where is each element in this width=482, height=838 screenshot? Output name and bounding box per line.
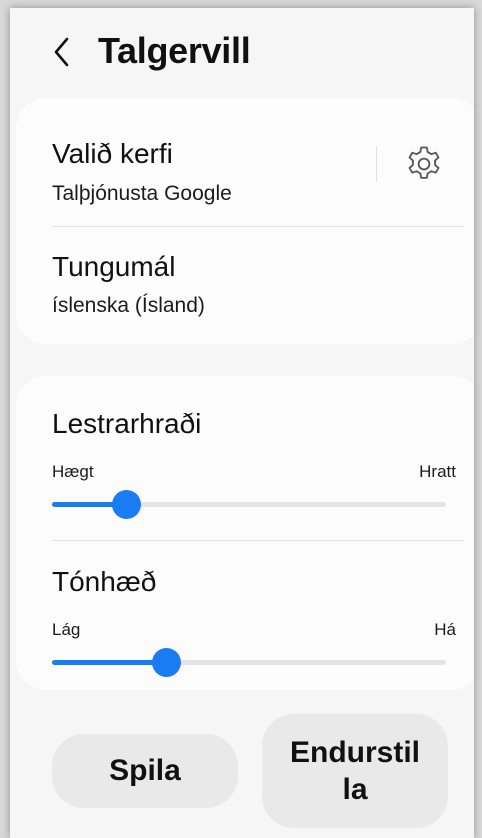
speech-rate-title: Lestrarhraði: [52, 408, 202, 439]
gear-icon: [408, 146, 440, 179]
pitch-slider-fill: [52, 660, 167, 665]
reset-button[interactable]: Endurstilla: [262, 714, 448, 828]
rate-pitch-card: Lestrarhraði Hægt Hratt Tónhæð Lág Há: [16, 376, 474, 690]
play-button[interactable]: Spila: [52, 734, 238, 808]
pitch-max-label: Há: [434, 620, 456, 639]
play-button-label: Spila: [109, 754, 181, 788]
speech-rate-max-label: Hratt: [419, 462, 456, 481]
page-title: Talgervill: [98, 30, 251, 71]
pitch-title: Tónhæð: [52, 566, 157, 597]
preferred-engine-value: Talþjónusta Google: [52, 182, 232, 205]
pitch-slider-thumb[interactable]: [151, 648, 181, 677]
vertical-separator: [376, 146, 377, 182]
reset-button-label: Endurstilla: [290, 735, 421, 807]
engine-language-card: Valið kerfi Talþjónusta Google Tungumál …: [16, 98, 474, 344]
pitch-min-label: Lág: [52, 620, 81, 639]
app-header: Talgervill: [10, 8, 474, 96]
tts-settings-screen: Talgervill Valið kerfi Talþjónusta Googl…: [10, 8, 474, 838]
language-title: Tungumál: [52, 251, 176, 282]
chevron-left-icon: [54, 37, 69, 67]
pitch-slider[interactable]: [52, 648, 446, 677]
language-row[interactable]: Tungumál íslenska (Ísland): [16, 227, 474, 344]
back-button[interactable]: [44, 32, 80, 72]
speech-rate-slider-thumb[interactable]: [112, 490, 142, 519]
engine-settings-button[interactable]: [402, 142, 446, 186]
language-value: íslenska (Ísland): [52, 294, 205, 317]
speech-rate-slider[interactable]: [52, 490, 446, 519]
row-divider: [52, 540, 464, 541]
preferred-engine-title: Valið kerfi: [52, 138, 173, 169]
speech-rate-min-label: Hægt: [52, 462, 94, 481]
